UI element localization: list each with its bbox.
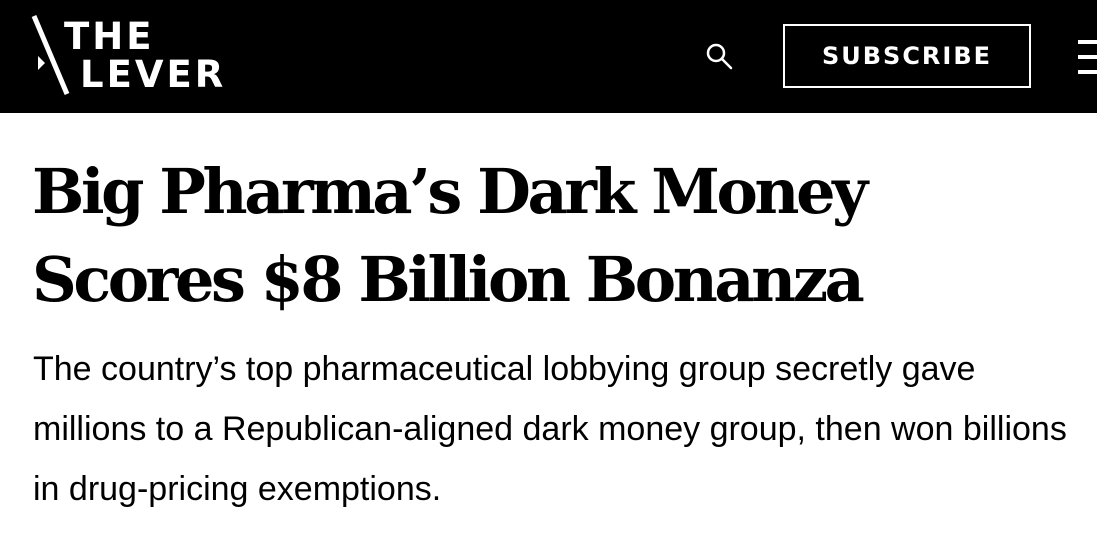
menu-bar-bottom (1078, 70, 1097, 74)
site-logo[interactable]: THE LEVER (30, 12, 230, 98)
menu-bar-top (1078, 40, 1097, 44)
hamburger-menu-icon[interactable] (1078, 40, 1097, 74)
logo-text-the: THE (64, 15, 155, 58)
logo-text-lever: LEVER (80, 53, 227, 96)
search-button[interactable] (704, 40, 736, 72)
menu-bar-middle (1078, 55, 1097, 59)
subscribe-button[interactable]: SUBSCRIBE (783, 24, 1031, 88)
article-headline: Big Pharma’s Dark Money Scores $8 Billio… (32, 155, 868, 316)
search-icon (706, 43, 733, 70)
site-header: THE LEVER SUBSCRIBE (0, 0, 1097, 113)
article-dek: The country’s top pharmaceutical lobbyin… (33, 350, 1067, 508)
